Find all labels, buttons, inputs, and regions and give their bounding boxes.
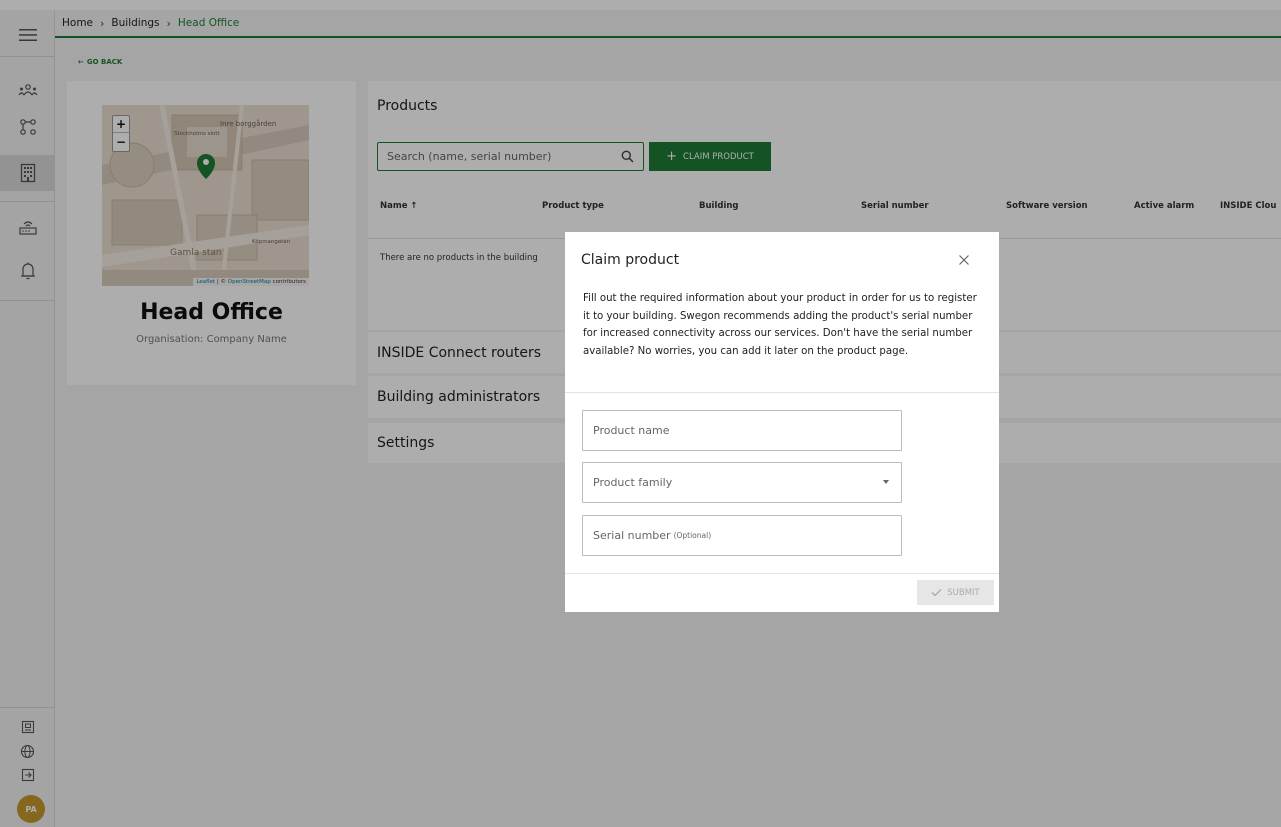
claim-product-dialog: Claim product Fill out the required info… — [565, 232, 999, 612]
serial-number-placeholder: Serial number — [593, 529, 671, 542]
submit-button[interactable]: SUBMIT — [917, 580, 994, 605]
dialog-description: Fill out the required information about … — [583, 293, 977, 357]
serial-number-field[interactable]: Serial number (Optional) — [582, 515, 902, 556]
dialog-footer-divider — [565, 573, 999, 574]
chevron-down-icon — [883, 480, 889, 484]
submit-label: SUBMIT — [947, 587, 980, 598]
product-name-field[interactable]: Product name — [582, 410, 902, 451]
product-family-placeholder: Product family — [593, 476, 673, 489]
check-icon — [931, 589, 942, 597]
close-icon[interactable] — [956, 252, 972, 268]
dialog-title: Claim product — [581, 252, 680, 268]
product-name-placeholder: Product name — [593, 424, 670, 437]
product-family-select[interactable]: Product family — [582, 462, 902, 503]
serial-optional-hint: (Optional) — [673, 531, 712, 540]
dialog-divider — [565, 392, 999, 393]
